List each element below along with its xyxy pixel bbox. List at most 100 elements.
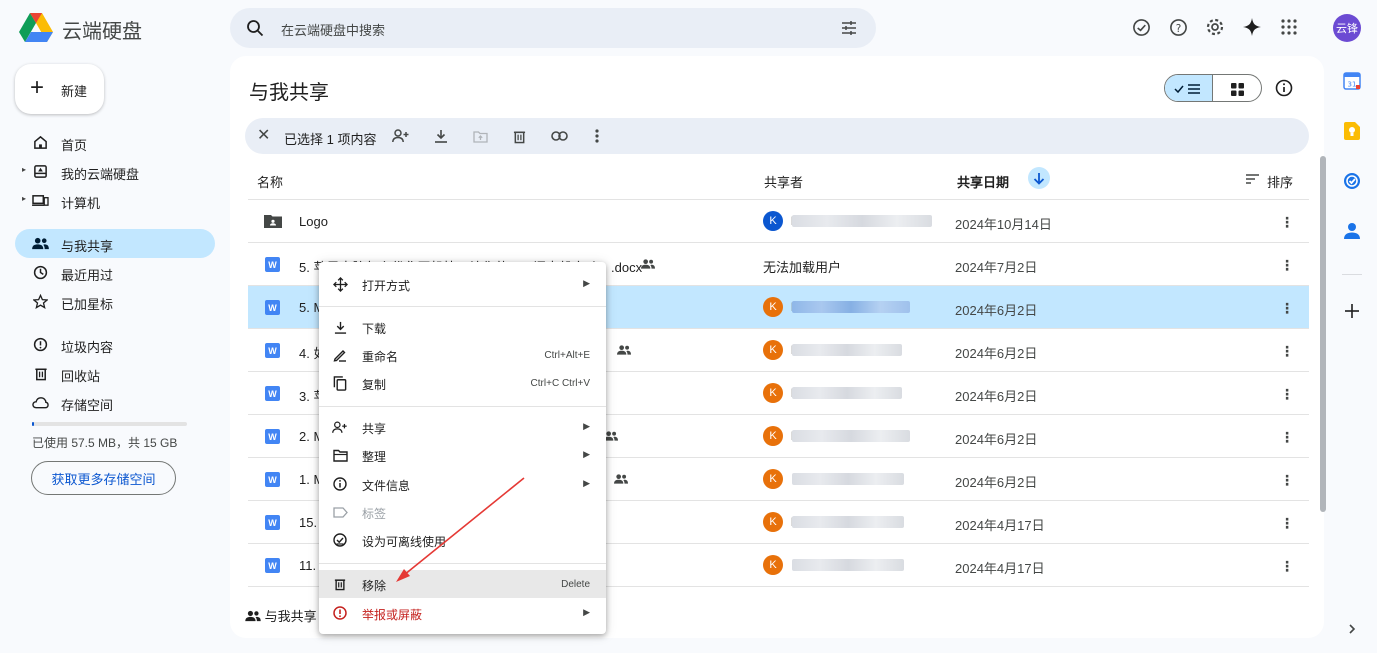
row-more-actions-icon[interactable]: ⋮ — [1280, 341, 1294, 361]
sidebar-item-label: 回收站 — [61, 369, 101, 384]
check-list-icon — [1173, 84, 1200, 94]
share-date: 2024年6月2日 — [955, 303, 1038, 318]
sort-direction-icon[interactable] — [1028, 167, 1050, 189]
sharer-avatar: K — [763, 469, 783, 489]
sharer-avatar: K — [763, 297, 783, 317]
menu-item-open-with[interactable]: 打开方式 ▶ — [319, 270, 606, 298]
sidebar-item-trash[interactable]: 回收站 — [15, 359, 215, 388]
file-name: Logo — [299, 214, 328, 229]
settings-icon[interactable] — [1204, 16, 1226, 38]
people-icon — [245, 610, 261, 622]
offline-icon — [332, 532, 348, 548]
apps-grid-icon[interactable] — [1278, 16, 1300, 38]
delete-icon[interactable] — [510, 127, 528, 145]
drive-logo-icon[interactable] — [18, 12, 54, 44]
contacts-icon[interactable] — [1343, 222, 1361, 240]
menu-item-organize[interactable]: 整理 ▶ — [319, 441, 606, 469]
redacted-sharer-name — [792, 301, 910, 313]
menu-item-download[interactable]: 下载 — [319, 313, 606, 341]
details-info-icon[interactable] — [1274, 78, 1294, 98]
calendar-icon[interactable]: 31 — [1343, 72, 1361, 90]
sidebar-item-spam[interactable]: 垃圾内容 — [15, 330, 215, 359]
grid-view-button[interactable] — [1213, 75, 1261, 101]
menu-item-label: 共享 — [362, 422, 387, 436]
expand-panel-icon[interactable] — [1343, 620, 1361, 638]
sidebar-item-storage[interactable]: 存储空间 — [15, 388, 215, 417]
new-button[interactable]: + 新建 — [15, 64, 104, 114]
search-options-icon[interactable] — [840, 19, 858, 37]
search-box[interactable]: 在云端硬盘中搜索 — [230, 8, 876, 48]
report-icon — [332, 605, 348, 621]
menu-item-report[interactable]: 举报或屏蔽 ▶ — [319, 599, 606, 627]
spam-icon — [32, 336, 49, 353]
app-title: 云端硬盘 — [62, 21, 142, 43]
file-name: 11. — [299, 558, 317, 573]
expand-caret-icon[interactable]: ▸ — [22, 194, 26, 203]
add-addon-icon[interactable] — [1343, 302, 1361, 320]
more-actions-icon[interactable] — [588, 127, 606, 145]
list-scrollbar[interactable] — [1320, 156, 1326, 512]
sort-lines-icon[interactable] — [1246, 172, 1259, 187]
column-share-date[interactable]: 共享日期 — [957, 172, 1009, 191]
menu-divider — [319, 563, 606, 564]
sort-button[interactable]: 排序 — [1267, 172, 1293, 191]
account-avatar[interactable]: 云锋 — [1333, 14, 1361, 42]
sidebar-item-recent[interactable]: 最近用过 — [15, 258, 215, 287]
menu-item-make-offline[interactable]: 设为可离线使用 — [319, 526, 606, 554]
menu-divider — [319, 406, 606, 407]
shared-folder-icon — [264, 215, 282, 228]
share-date: 2024年6月2日 — [955, 346, 1038, 361]
menu-item-file-info[interactable]: 文件信息 ▶ — [319, 470, 606, 498]
search-icon[interactable] — [246, 19, 264, 37]
submenu-arrow-icon: ▶ — [583, 449, 590, 459]
menu-item-label: 复制 — [362, 378, 387, 392]
copy-icon — [332, 375, 348, 391]
clear-selection-icon[interactable]: ✕ — [257, 127, 270, 145]
row-more-actions-icon[interactable]: ⋮ — [1280, 212, 1294, 232]
copy-link-icon[interactable] — [550, 127, 568, 145]
sidebar-item-computers[interactable]: ▸ 计算机 — [15, 186, 215, 215]
gemini-icon[interactable] — [1241, 16, 1263, 38]
row-more-actions-icon[interactable]: ⋮ — [1280, 384, 1294, 404]
sidebar-item-home[interactable]: 首页 — [15, 128, 215, 157]
keep-icon[interactable] — [1343, 122, 1361, 140]
share-date: 2024年6月2日 — [955, 432, 1038, 447]
get-more-storage-button[interactable]: 获取更多存储空间 — [31, 461, 176, 495]
sharer-avatar: K — [763, 211, 783, 231]
share-date: 2024年6月2日 — [955, 475, 1038, 490]
selection-toolbar: ✕ 已选择 1 项内容 — [245, 118, 1309, 154]
tasks-icon[interactable] — [1343, 172, 1361, 190]
sidebar-item-starred[interactable]: 已加星标 — [15, 287, 215, 316]
menu-item-remove[interactable]: 移除 Delete — [319, 570, 606, 598]
sharer-avatar: K — [763, 512, 783, 532]
menu-item-share[interactable]: 共享 ▶ — [319, 413, 606, 441]
row-more-actions-icon[interactable]: ⋮ — [1280, 255, 1294, 275]
row-more-actions-icon[interactable]: ⋮ — [1280, 513, 1294, 533]
word-doc-icon: W — [265, 429, 280, 444]
new-button-label: 新建 — [61, 84, 88, 99]
redacted-sharer-name — [792, 387, 902, 399]
add-people-icon[interactable] — [392, 127, 410, 145]
menu-item-labels: 标签 — [319, 498, 606, 526]
row-more-actions-icon[interactable]: ⋮ — [1280, 556, 1294, 576]
menu-item-copy[interactable]: 复制 Ctrl+C Ctrl+V — [319, 369, 606, 397]
expand-caret-icon[interactable]: ▸ — [22, 165, 26, 174]
table-row[interactable]: Logo K k 2024年10月14日 ⋮ — [248, 200, 1309, 243]
submenu-arrow-icon: ▶ — [583, 607, 590, 617]
list-view-button[interactable] — [1165, 75, 1214, 101]
sidebar-item-my-drive[interactable]: ▸ 我的云端硬盘 — [15, 157, 215, 186]
sidebar-item-shared-with-me[interactable]: 与我共享 — [15, 229, 215, 258]
row-more-actions-icon[interactable]: ⋮ — [1280, 470, 1294, 490]
row-more-actions-icon[interactable]: ⋮ — [1280, 298, 1294, 318]
row-more-actions-icon[interactable]: ⋮ — [1280, 427, 1294, 447]
cloud-icon — [32, 394, 49, 411]
search-input[interactable]: 在云端硬盘中搜索 — [281, 20, 385, 39]
column-name[interactable]: 名称 — [257, 172, 283, 191]
move-to-folder-icon[interactable] — [471, 127, 489, 145]
download-icon[interactable] — [432, 127, 450, 145]
help-icon[interactable]: ? — [1167, 16, 1189, 38]
menu-item-rename[interactable]: 重命名 Ctrl+Alt+E — [319, 341, 606, 369]
context-menu: 打开方式 ▶ 下载 重命名 Ctrl+Alt+E 复制 Ctrl+C Ctrl+… — [319, 262, 606, 634]
offline-status-icon[interactable] — [1130, 16, 1152, 38]
